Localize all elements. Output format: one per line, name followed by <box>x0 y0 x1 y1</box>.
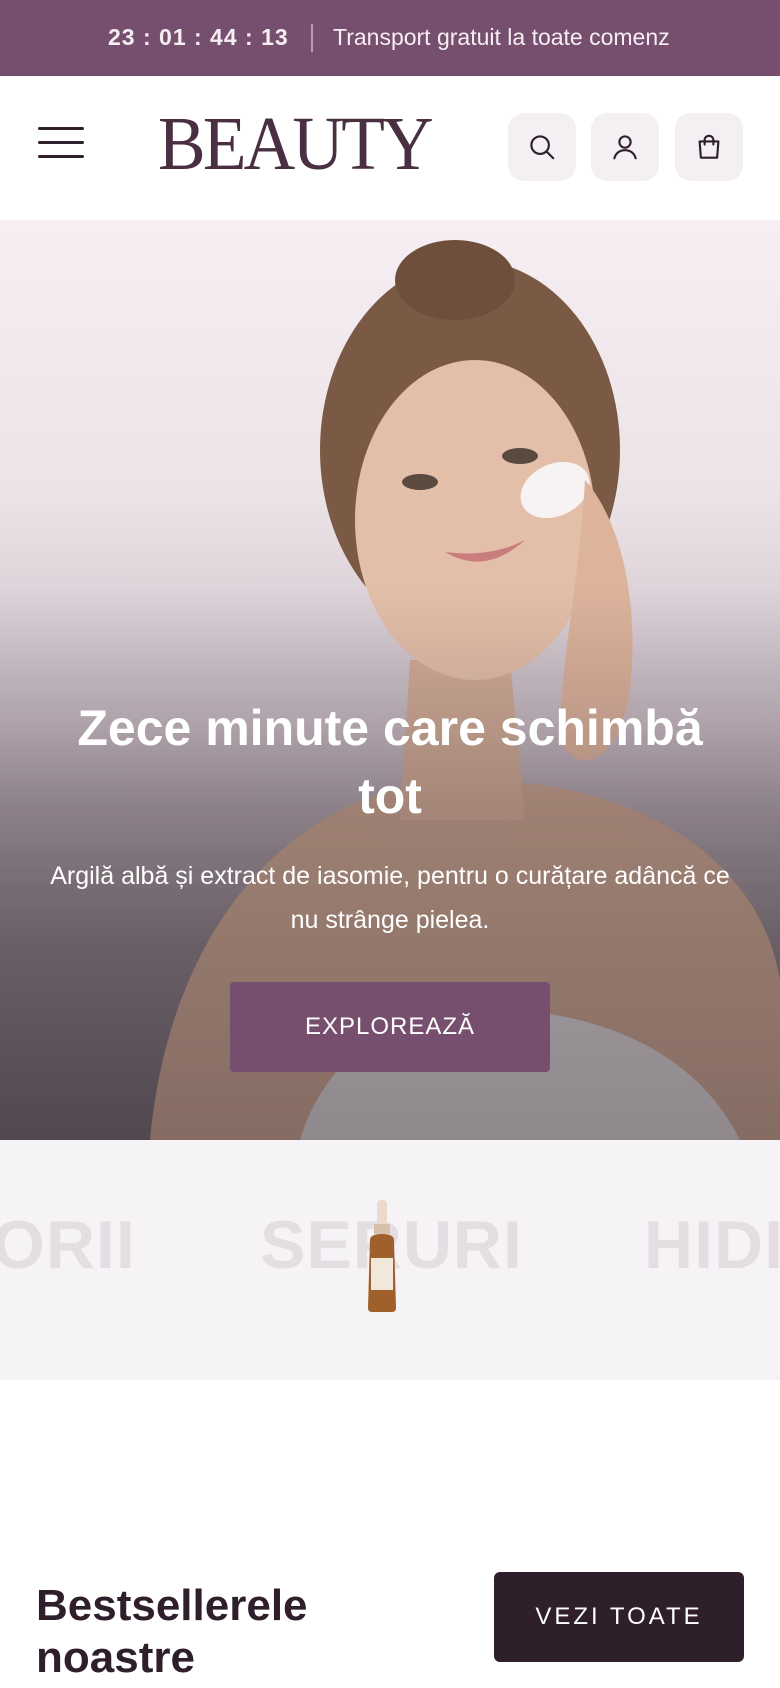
view-all-button[interactable]: VEZI TOATE <box>494 1572 744 1662</box>
cart-button[interactable] <box>675 113 743 181</box>
announcement-message: Transport gratuit la toate comenz <box>333 24 670 50</box>
bag-icon <box>698 134 720 159</box>
announcement-bar: 23 : 01 : 44 : 13 Transport gratuit la t… <box>0 0 780 76</box>
hero-banner: Zece minute care schimbă tot Argilă albă… <box>0 220 780 1140</box>
site-header: BEAUTY <box>0 76 780 220</box>
search-icon <box>530 135 555 160</box>
search-button[interactable] <box>508 113 576 181</box>
announcement-divider <box>311 24 313 52</box>
category-item[interactable]: HIDI <box>644 1206 780 1284</box>
menu-icon[interactable] <box>38 127 84 167</box>
serum-bottle-image <box>368 1200 396 1312</box>
hero-subtitle: Argilă albă și extract de iasomie, pentr… <box>50 862 730 934</box>
user-icon <box>613 135 637 160</box>
account-button[interactable] <box>591 113 659 181</box>
category-item[interactable]: ORII <box>0 1206 136 1284</box>
countdown-timer: 23 : 01 : 44 : 13 <box>108 24 289 50</box>
site-logo[interactable]: BEAUTY <box>158 104 436 184</box>
hero-title: Zece minute care schimbă tot <box>77 700 703 824</box>
category-marquee: ORII SERURI HIDI <box>0 1140 780 1380</box>
bestsellers-title: Bestsellerele noastre <box>36 1581 308 1682</box>
explore-button[interactable]: EXPLOREAZĂ <box>230 982 550 1072</box>
